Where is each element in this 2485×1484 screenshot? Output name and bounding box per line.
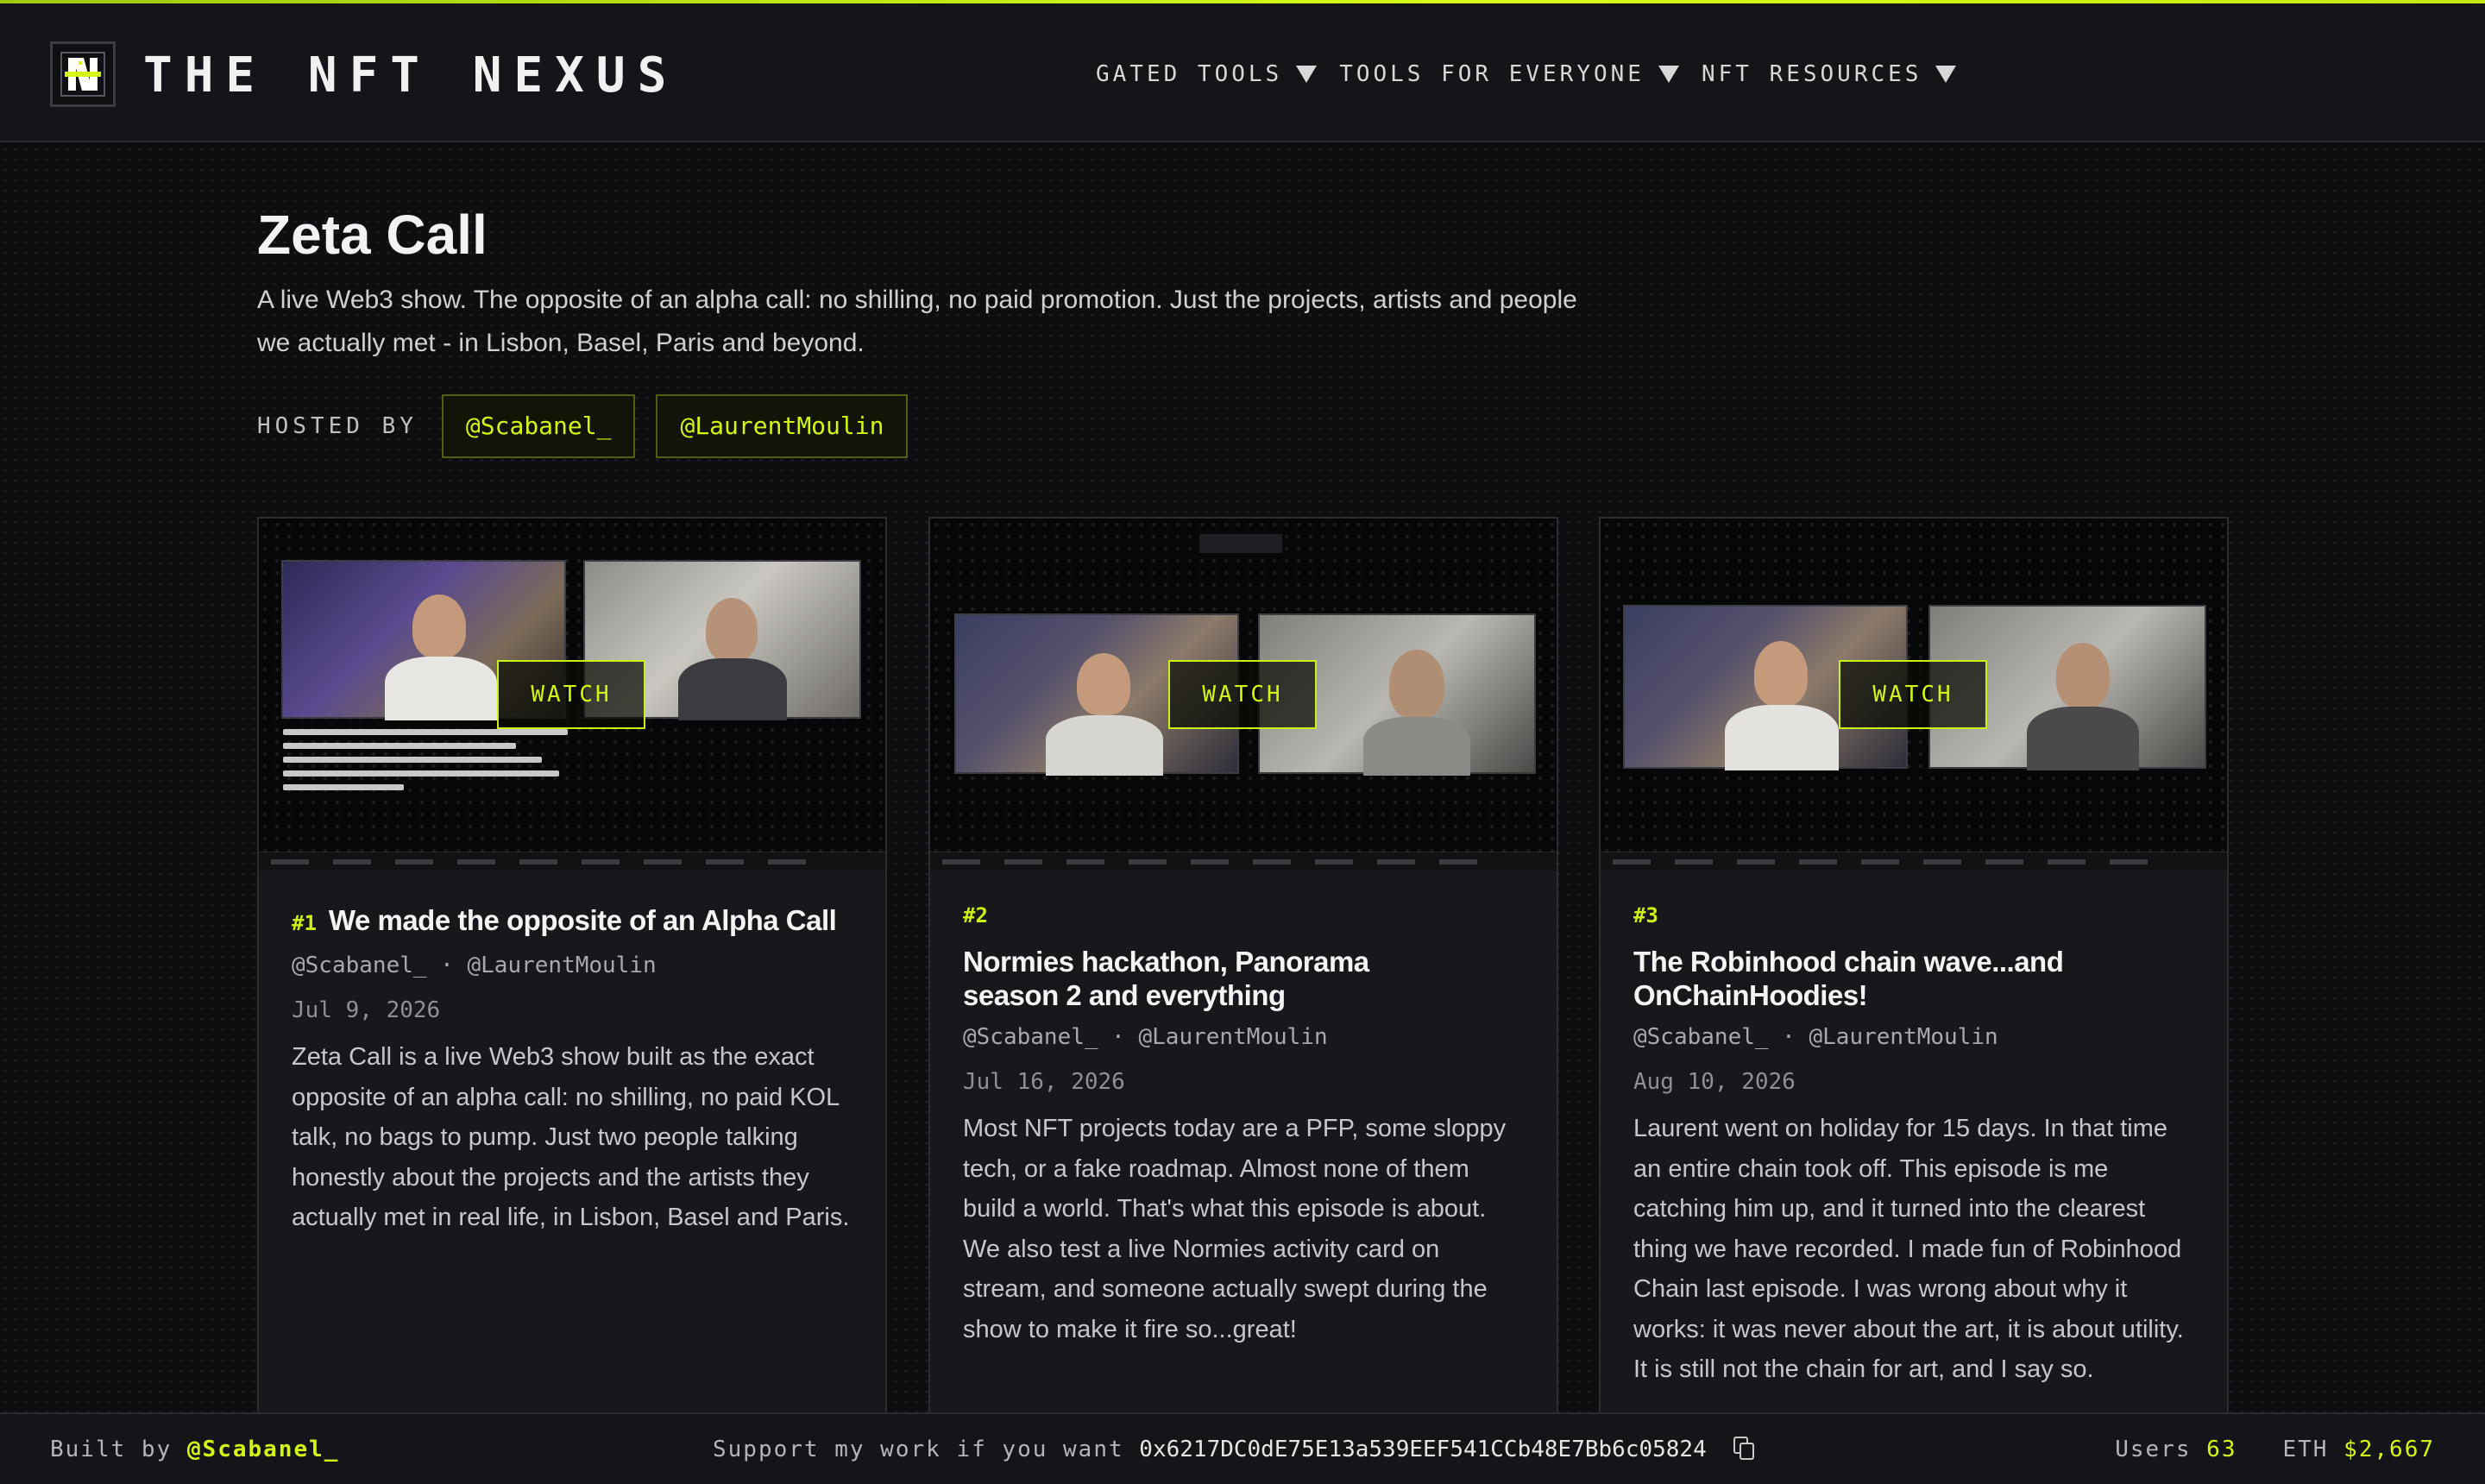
hosted-by-label: HOSTED BY: [257, 413, 418, 439]
watch-button[interactable]: WATCH: [497, 660, 645, 729]
episode-date: Jul 16, 2026: [963, 1069, 1125, 1095]
brand-name[interactable]: THE NFT NEXUS: [143, 45, 678, 107]
page-title: Zeta Call: [257, 204, 488, 266]
caret-down-icon: [1658, 66, 1679, 83]
copy-icon[interactable]: [1733, 1437, 1756, 1461]
episode-number: #3: [1633, 903, 1658, 928]
episode-date: Aug 10, 2026: [1633, 1069, 1796, 1095]
ticker-bar: [1601, 852, 2227, 871]
episode-title[interactable]: We made the opposite of an Alpha Call: [329, 903, 837, 937]
episode-number: #2: [963, 903, 988, 928]
episode-summary: Laurent went on holiday for 15 days. In …: [1633, 1115, 2184, 1383]
episode-summary: Most NFT projects today are a PFP, some …: [963, 1115, 1507, 1343]
episode-thumbnail[interactable]: WATCH: [259, 519, 885, 871]
episode-date: Jul 9, 2026: [292, 997, 441, 1023]
users-label: Users: [2115, 1437, 2192, 1462]
nav-label: GATED TOOLS: [1096, 61, 1283, 87]
page-description: A live Web3 show. The opposite of an alp…: [257, 286, 1577, 357]
nav-label: NFT RESOURCES: [1701, 61, 1922, 87]
watch-button[interactable]: WATCH: [1839, 660, 1987, 729]
caption-text-graphic: [283, 729, 576, 798]
episode-summary: Zeta Call is a live Web3 show built as t…: [292, 1043, 850, 1231]
eth-price: $2,667: [2343, 1437, 2435, 1462]
nav-nft-resources[interactable]: NFT RESOURCES: [1702, 61, 1957, 87]
ticker-bar: [930, 852, 1557, 871]
host-link-scabanel[interactable]: @Scabanel_: [441, 394, 636, 458]
episode-number: #1: [292, 911, 317, 935]
caret-down-icon: [1296, 66, 1318, 83]
ticker-bar: [259, 852, 885, 871]
episode-title[interactable]: Normies hackathon, Panorama season 2 and…: [963, 945, 1446, 1012]
nav-gated-tools[interactable]: GATED TOOLS: [1096, 61, 1318, 87]
site-stats: Users 63 ETH $2,667: [2115, 1437, 2435, 1462]
built-by: Built by @Scabanel_: [50, 1437, 339, 1462]
hosted-by-row: HOSTED BY @Scabanel_ @LaurentMoulin: [257, 394, 928, 458]
episode-card[interactable]: WATCH #1 We made the opposite of an Alph…: [257, 517, 887, 1412]
site-header: THE NFT NEXUS GATED TOOLS TOOLS FOR EVER…: [0, 3, 2485, 142]
users-count: 63: [2206, 1437, 2237, 1462]
eth-label: ETH: [2282, 1437, 2329, 1462]
site-footer: Built by @Scabanel_ Support my work if y…: [0, 1412, 2485, 1484]
episode-hosts: @Scabanel_ · @LaurentMoulin: [292, 953, 657, 978]
main-nav: GATED TOOLS TOOLS FOR EVERYONE NFT RESOU…: [1096, 48, 1979, 100]
built-by-label: Built by: [50, 1437, 173, 1462]
wallet-address[interactable]: 0x6217DC0dE75E13a539EEF541CCb48E7Bb6c058…: [1139, 1437, 1706, 1462]
episode-hosts: @Scabanel_ · @LaurentMoulin: [963, 1024, 1328, 1050]
built-by-handle-link[interactable]: @Scabanel_: [187, 1437, 340, 1462]
support-row: Support my work if you want 0x6217DC0dE7…: [713, 1437, 1756, 1462]
host-link-laurentmoulin[interactable]: @LaurentMoulin: [656, 394, 909, 458]
support-label: Support my work if you want: [713, 1437, 1124, 1462]
episode-card[interactable]: WATCH #3 The Robinhood chain wave...and …: [1599, 517, 2229, 1412]
episode-hosts: @Scabanel_ · @LaurentMoulin: [1633, 1024, 1998, 1050]
main-content: Zeta Call A live Web3 show. The opposite…: [0, 144, 2485, 1412]
episode-thumbnail[interactable]: WATCH: [1601, 519, 2227, 871]
episode-card[interactable]: WATCH #2 Normies hackathon, Panorama sea…: [928, 517, 1558, 1412]
nav-tools-for-everyone[interactable]: TOOLS FOR EVERYONE: [1339, 61, 1679, 87]
watch-button[interactable]: WATCH: [1168, 660, 1317, 729]
episode-thumbnail[interactable]: WATCH: [930, 519, 1557, 871]
nexus-logo-icon[interactable]: [50, 41, 116, 107]
caret-down-icon: [1935, 66, 1957, 83]
episode-title[interactable]: The Robinhood chain wave...and OnChainHo…: [1633, 945, 2117, 1012]
nav-label: TOOLS FOR EVERYONE: [1339, 61, 1645, 87]
